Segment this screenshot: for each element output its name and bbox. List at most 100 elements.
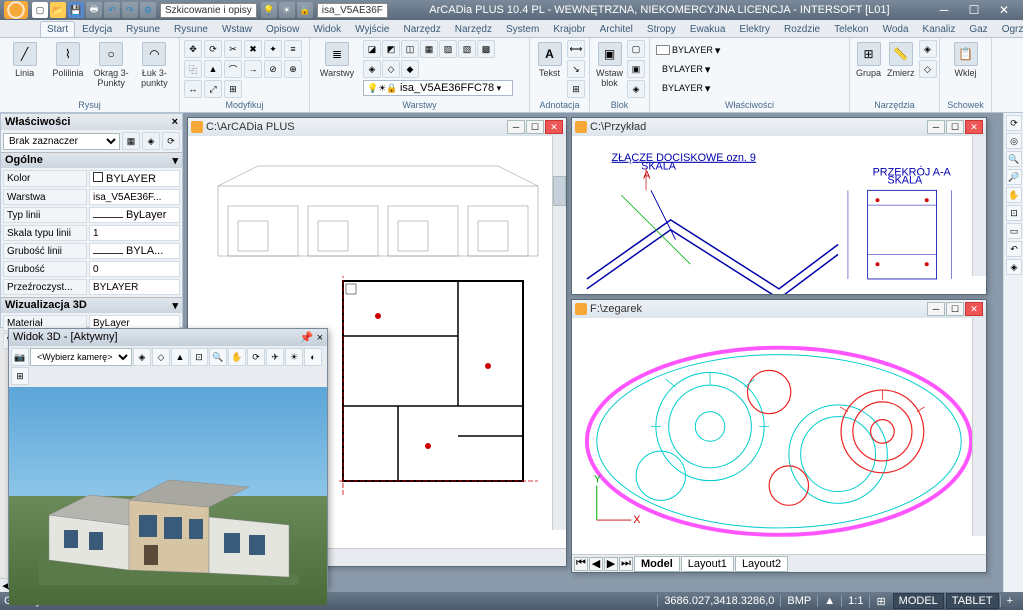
- tab-gaz[interactable]: Gaz: [962, 21, 994, 37]
- qat-sun-icon[interactable]: ☀: [279, 2, 295, 18]
- explode-icon[interactable]: ✦: [264, 40, 282, 58]
- block-tool-3[interactable]: ◈: [627, 80, 645, 98]
- tab-layout1[interactable]: Layout1: [681, 556, 734, 572]
- qat-undo-icon[interactable]: ↶: [104, 2, 120, 18]
- copy-icon[interactable]: ⿻: [184, 60, 202, 78]
- qat-lock-icon[interactable]: 🔒: [297, 2, 313, 18]
- leader-icon[interactable]: ↘: [567, 60, 585, 78]
- join-icon[interactable]: ⊕: [284, 60, 302, 78]
- erase-icon[interactable]: ✖: [244, 40, 262, 58]
- tab-wstaw[interactable]: Wstaw: [215, 21, 259, 37]
- tab-opisow[interactable]: Opisow: [259, 21, 306, 37]
- group-button[interactable]: ⊞Grupa: [854, 40, 883, 80]
- qat-save-icon[interactable]: 💾: [68, 2, 84, 18]
- tab-narzedz2[interactable]: Narzędz: [448, 21, 499, 37]
- view3d-pin-icon[interactable]: 📌 ×: [300, 331, 323, 344]
- close-button[interactable]: ✕: [989, 1, 1019, 19]
- lineweight-combo[interactable]: BYLAYER▾: [656, 61, 710, 77]
- qat-new-icon[interactable]: ▢: [32, 2, 48, 18]
- insert-block-button[interactable]: ▣Wstaw blok: [594, 40, 625, 90]
- v3d-tool-6[interactable]: ✋: [228, 348, 246, 366]
- tab-kanaliz[interactable]: Kanaliz: [916, 21, 963, 37]
- view3d-titlebar[interactable]: Widok 3D - [Aktywny]📌 ×: [9, 329, 327, 346]
- tab-layout2[interactable]: Layout2: [735, 556, 788, 572]
- status-annotation-icon[interactable]: ▲: [817, 595, 841, 607]
- doc-canvas-przyklad[interactable]: ZŁĄCZE DOCISKOWE ozn. 9 SKALA PRZEKRÓJ A…: [572, 136, 986, 294]
- tab-rozdzie[interactable]: Rozdzie: [777, 21, 827, 37]
- tab-architel[interactable]: Architel: [593, 21, 640, 37]
- tool-x1[interactable]: ◈: [919, 40, 937, 58]
- qat-bulb-icon[interactable]: 💡: [261, 2, 277, 18]
- v3d-tool-5[interactable]: 🔍: [209, 348, 227, 366]
- tab-telekon[interactable]: Telekon: [827, 21, 875, 37]
- layer-combo[interactable]: 💡☀🔒 isa_V5AE36FFC78 ▾: [363, 80, 513, 96]
- nav-extents-icon[interactable]: ⊡: [1006, 205, 1022, 221]
- props-section-general[interactable]: Ogólne▾: [1, 152, 182, 168]
- scrollbar-vertical[interactable]: [552, 136, 566, 530]
- qat-print-icon[interactable]: 🖶: [86, 2, 102, 18]
- tab-system[interactable]: System: [499, 21, 546, 37]
- tab-next-button[interactable]: ▶: [604, 557, 618, 571]
- doc-titlebar-przyklad[interactable]: C:\Przykład ─ ☐ ✕: [572, 118, 986, 136]
- doc-canvas-zegarek[interactable]: X Y: [572, 318, 986, 554]
- app-logo-icon[interactable]: [4, 1, 28, 19]
- qat-redo-icon[interactable]: ↷: [122, 2, 138, 18]
- tab-woda[interactable]: Woda: [876, 21, 916, 37]
- nav-zoom-in-icon[interactable]: 🔍: [1006, 151, 1022, 167]
- prop-row-typlinii[interactable]: Typ liniiByLayer: [3, 207, 180, 223]
- props-tool-1[interactable]: ▦: [122, 132, 140, 150]
- doc-max-button[interactable]: ☐: [946, 120, 964, 134]
- status-grid-icon[interactable]: ⊞: [869, 595, 891, 608]
- tab-rysunek1[interactable]: Rysune: [119, 21, 167, 37]
- tab-elektry[interactable]: Elektry: [732, 21, 777, 37]
- doc-min-button[interactable]: ─: [927, 302, 945, 316]
- circle-button[interactable]: ○Okrąg 3-Punkty: [91, 40, 132, 90]
- doc-max-button[interactable]: ☐: [526, 120, 544, 134]
- doc-titlebar-main[interactable]: C:\ArCADia PLUS ─ ☐ ✕: [188, 118, 566, 136]
- nav-zoom-out-icon[interactable]: 🔎: [1006, 169, 1022, 185]
- layers-button[interactable]: ≣Warstwy: [314, 40, 360, 80]
- layer-tool-5[interactable]: ▨: [439, 40, 457, 58]
- paste-button[interactable]: 📋Wklej: [944, 40, 987, 80]
- tab-model[interactable]: Model: [634, 556, 680, 572]
- nav-window-icon[interactable]: ▭: [1006, 223, 1022, 239]
- offset-icon[interactable]: ≡: [284, 40, 302, 58]
- view3d-canvas[interactable]: [9, 387, 327, 605]
- v3d-tool-10[interactable]: ◐: [304, 348, 322, 366]
- v3d-tool-4[interactable]: ⊡: [190, 348, 208, 366]
- layer-tool-4[interactable]: ▦: [420, 40, 438, 58]
- v3d-tool-7[interactable]: ⟳: [247, 348, 265, 366]
- polyline-button[interactable]: ⌇Polilinia: [47, 40, 88, 80]
- tab-rysunek2[interactable]: Rysune: [167, 21, 215, 37]
- doc-close-button[interactable]: ✕: [545, 120, 563, 134]
- v3d-tool-8[interactable]: ✈: [266, 348, 284, 366]
- v3d-tool-9[interactable]: ☀: [285, 348, 303, 366]
- qat-settings-icon[interactable]: ⚙: [140, 2, 156, 18]
- props-tool-2[interactable]: ◈: [142, 132, 160, 150]
- v3d-tool-3[interactable]: ▲: [171, 348, 189, 366]
- doc-titlebar-zegarek[interactable]: F:\zegarek ─ ☐ ✕: [572, 300, 986, 318]
- layer-tool-8[interactable]: ◈: [363, 60, 381, 78]
- maximize-button[interactable]: ☐: [959, 1, 989, 19]
- v3d-tool-1[interactable]: ◈: [133, 348, 151, 366]
- break-icon[interactable]: ⊘: [264, 60, 282, 78]
- panel-close-icon[interactable]: ×: [172, 116, 178, 128]
- rotate-icon[interactable]: ⟳: [204, 40, 222, 58]
- mirror-icon[interactable]: ▲: [204, 60, 222, 78]
- tab-krajobr[interactable]: Krajobr: [546, 21, 592, 37]
- v3d-camera-icon[interactable]: 📷: [11, 348, 29, 366]
- extend-icon[interactable]: →: [244, 60, 262, 78]
- array-icon[interactable]: ⊞: [224, 80, 242, 98]
- tab-widok[interactable]: Widok: [306, 21, 348, 37]
- layer-tool-10[interactable]: ◆: [401, 60, 419, 78]
- layer-tool-2[interactable]: ◩: [382, 40, 400, 58]
- tab-edycja[interactable]: Edycja: [75, 21, 119, 37]
- prop-row-warstwa[interactable]: Warstwaisa_V5AE36F...: [3, 189, 180, 205]
- prop-row-przezroczystosc[interactable]: Przeźroczyst...BYLAYER: [3, 279, 180, 295]
- layer-tool-7[interactable]: ▩: [477, 40, 495, 58]
- arc-button[interactable]: ◠Łuk 3-punkty: [134, 40, 175, 90]
- measure-button[interactable]: 📏Zmierz: [885, 40, 917, 80]
- tab-narzedz1[interactable]: Narzędz: [396, 21, 447, 37]
- props-section-viz3d[interactable]: Wizualizacja 3D▾: [1, 297, 182, 313]
- block-tool-1[interactable]: ▢: [627, 40, 645, 58]
